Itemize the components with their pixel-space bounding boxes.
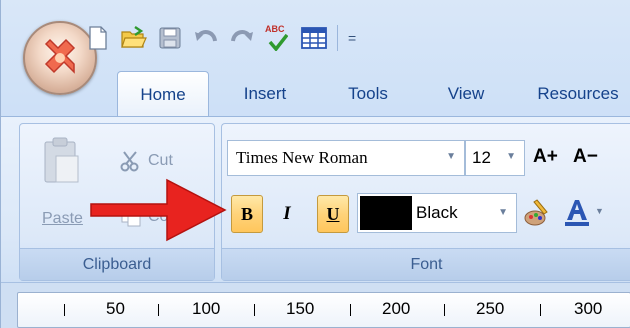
underline-label: U bbox=[326, 203, 340, 224]
ruler-number: 300 bbox=[574, 299, 603, 318]
ruler-number: 250 bbox=[476, 299, 505, 318]
paint-palette-icon bbox=[524, 199, 548, 226]
spell-check-icon[interactable]: ABC bbox=[265, 24, 291, 52]
color-swatch bbox=[360, 196, 412, 230]
horizontal-ruler[interactable]: 50 100 150 200 250 300 bbox=[17, 292, 630, 328]
ruler-tick bbox=[444, 304, 445, 316]
font-group-label: Font bbox=[222, 248, 630, 280]
font-size-select[interactable]: 12 ▼ bbox=[465, 140, 525, 176]
ruler-number: 200 bbox=[382, 299, 411, 318]
ruler-number: 150 bbox=[286, 299, 315, 318]
ruler-tick bbox=[158, 304, 159, 316]
tab-insert[interactable]: Insert bbox=[225, 71, 305, 117]
tab-resources-label: Resources bbox=[537, 84, 619, 103]
underline-button[interactable]: U bbox=[317, 195, 349, 233]
clipboard-group-label-text: Clipboard bbox=[82, 255, 152, 273]
save-icon[interactable] bbox=[157, 24, 183, 52]
annotation-arrow-icon bbox=[90, 178, 227, 242]
font-color-value: Black bbox=[416, 203, 458, 222]
customize-qat-button[interactable]: = bbox=[348, 30, 356, 46]
font-family-dropdown-icon: ▼ bbox=[446, 151, 456, 162]
tab-home[interactable]: Home bbox=[117, 71, 209, 117]
ruler-tick bbox=[64, 304, 65, 316]
grow-font-label: A+ bbox=[533, 146, 558, 167]
ruler-number: 100 bbox=[192, 299, 221, 318]
tab-view-label: View bbox=[447, 84, 485, 103]
tab-tools[interactable]: Tools bbox=[331, 71, 405, 117]
ruler-tick bbox=[254, 304, 255, 316]
paste-button[interactable]: Paste bbox=[38, 132, 86, 250]
redo-icon[interactable] bbox=[229, 24, 255, 52]
tab-tools-label: Tools bbox=[348, 84, 388, 103]
table-icon[interactable] bbox=[301, 24, 327, 52]
font-family-value: Times New Roman bbox=[236, 148, 368, 167]
font-color-select[interactable]: Black ▼ bbox=[357, 193, 517, 233]
shrink-font-label: A− bbox=[573, 146, 598, 167]
italic-label: I bbox=[283, 203, 291, 224]
font-color-dropdown-icon: ▼ bbox=[498, 207, 508, 218]
tab-resources[interactable]: Resources bbox=[525, 71, 630, 117]
shrink-font-button[interactable]: A− bbox=[573, 146, 598, 168]
font-size-dropdown-icon: ▼ bbox=[506, 151, 516, 162]
ruler-tick bbox=[540, 304, 541, 316]
qat-separator bbox=[337, 25, 338, 51]
highlight-dropdown-icon: ▼ bbox=[595, 206, 604, 216]
tab-insert-label: Insert bbox=[243, 84, 287, 103]
font-group-label-text: Font bbox=[410, 255, 443, 273]
ribbon-tabs: Home Insert Tools View Resources bbox=[1, 71, 630, 117]
bold-label: B bbox=[240, 203, 253, 224]
highlight-button[interactable]: ▼ bbox=[563, 198, 604, 230]
scissors-icon bbox=[120, 151, 139, 172]
text-color-button[interactable] bbox=[523, 198, 553, 230]
cut-label: Cut bbox=[148, 152, 173, 169]
ruler-number: 50 bbox=[106, 299, 125, 318]
open-folder-icon[interactable] bbox=[121, 24, 147, 52]
font-family-select[interactable]: Times New Roman ▼ bbox=[227, 140, 465, 176]
font-color-a-icon bbox=[565, 200, 589, 226]
font-size-value: 12 bbox=[472, 148, 491, 167]
paste-label: Paste bbox=[42, 210, 83, 227]
undo-icon[interactable] bbox=[193, 24, 219, 52]
word-processor-window: ABC = Home Insert Tools View Resources P… bbox=[0, 0, 630, 328]
ruler-tick bbox=[350, 304, 351, 316]
quick-access-toolbar: ABC = bbox=[85, 18, 445, 58]
customize-icon: = bbox=[348, 30, 357, 46]
bold-button[interactable]: B bbox=[231, 195, 263, 233]
italic-button[interactable]: I bbox=[271, 195, 303, 233]
paste-icon bbox=[44, 137, 79, 183]
new-document-icon[interactable] bbox=[85, 24, 111, 52]
tab-home-label: Home bbox=[140, 84, 186, 104]
tab-view[interactable]: View bbox=[431, 71, 501, 117]
clipboard-group-label: Clipboard bbox=[20, 248, 214, 280]
grow-font-button[interactable]: A+ bbox=[533, 146, 558, 168]
